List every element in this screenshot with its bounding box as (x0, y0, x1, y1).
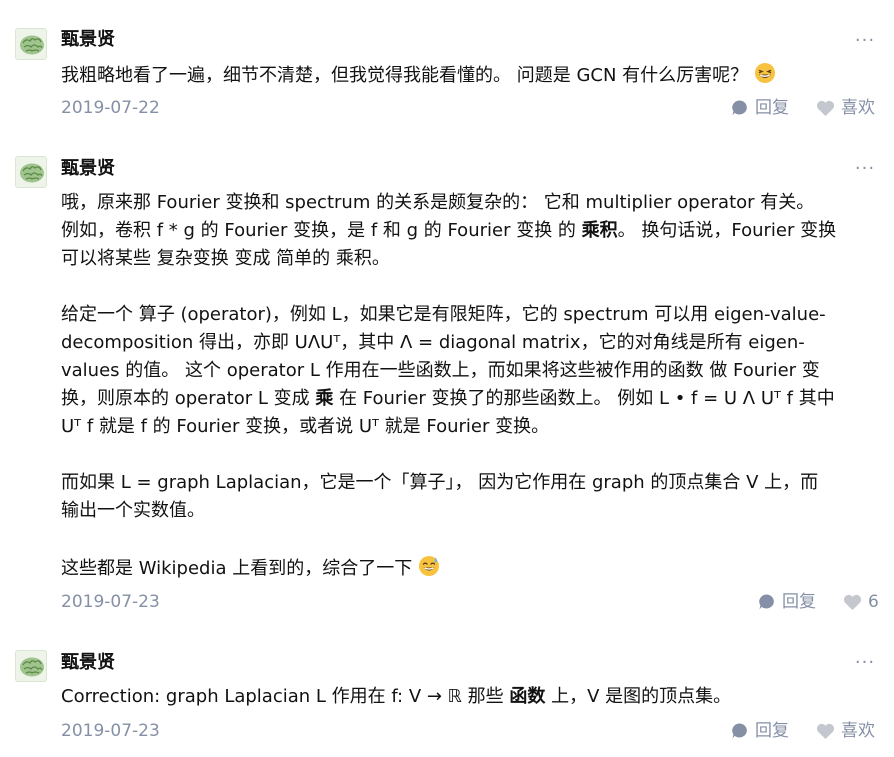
comment-text-line: decomposition 得出，亦即 UΛUᵀ，其中 Λ = diagonal… (61, 332, 805, 353)
heart-icon (816, 723, 835, 739)
comment-text-line: Correction: graph Laplacian L 作用在 f: V →… (61, 685, 731, 709)
like-button[interactable]: 喜欢 (816, 98, 875, 118)
bold-text: 乘积 (581, 220, 618, 241)
reply-button[interactable]: 回复 (758, 592, 816, 612)
comment-date: 2019-07-22 (61, 98, 160, 118)
text-segment: Correction: graph Laplacian L 作用在 f: V →… (61, 686, 510, 707)
like-button[interactable]: 6 (843, 592, 879, 612)
comment-text-line: Uᵀ f 就是 f 的 Fourier 变换，或者说 Uᵀ 就是 Fourier… (61, 416, 550, 437)
text-segment: 这些都是 Wikipedia 上看到的，综合了一下 (61, 558, 413, 579)
reply-button[interactable]: 回复 (731, 721, 789, 741)
more-options-icon[interactable]: ··· (850, 32, 880, 55)
comment-text-line: 我粗略地看了一遍，细节不清楚，但我觉得我能看懂的。 问题是 GCN 有什么厉害呢… (61, 65, 749, 86)
reply-label: 回复 (755, 98, 789, 118)
avatar[interactable] (15, 156, 47, 188)
comment-text-line: 哦，原来那 Fourier 变换和 spectrum 的关系是颇复杂的： 它和 … (61, 192, 815, 213)
like-count: 6 (868, 592, 879, 612)
comment-text-line: 而如果 L = graph Laplacian，它是一个「算子」， 因为它作用在… (61, 472, 819, 493)
comment-date: 2019-07-23 (61, 721, 160, 741)
reply-icon (732, 723, 747, 739)
grin-emoji-icon (754, 63, 775, 83)
heart-icon (843, 594, 862, 610)
comment-date: 2019-07-23 (61, 592, 160, 612)
like-label: 喜欢 (841, 98, 875, 118)
comment-text-line: 换，则原本的 operator L 变成 乘 在 Fourier 变换了的那些函… (61, 387, 835, 411)
more-options-icon[interactable]: ··· (850, 654, 880, 677)
heart-icon (816, 100, 835, 116)
bold-text: 函数 (509, 686, 546, 707)
more-options-icon[interactable]: ··· (850, 160, 880, 183)
reply-icon (759, 594, 774, 610)
reply-icon (732, 100, 747, 116)
comment-text-line: 可以将某些 复杂变换 变成 简单的 乘积。 (61, 248, 390, 269)
like-label: 喜欢 (841, 721, 875, 741)
author-name[interactable]: 甄景贤 (61, 158, 115, 180)
avatar[interactable] (15, 650, 47, 682)
text-segment: 换，则原本的 operator L 变成 (61, 388, 316, 409)
text-segment: 在 Fourier 变换了的那些函数上。 例如 L • f = U Λ Uᵀ f… (333, 388, 835, 409)
avatar[interactable] (15, 28, 47, 60)
comment-text-line: 例如，卷积 f * g 的 Fourier 变换，是 f 和 g 的 Fouri… (61, 219, 836, 243)
reply-label: 回复 (755, 721, 789, 741)
reply-button[interactable]: 回复 (731, 98, 789, 118)
author-name[interactable]: 甄景贤 (61, 29, 115, 51)
text-segment: 。 换句话说，Fourier 变换 (617, 220, 837, 241)
comment-text-line: values 的值。 这个 operator L 作用在一些函数上，而如果将这些… (61, 360, 820, 381)
reply-label: 回复 (782, 592, 816, 612)
comment-text-line: 给定一个 算子 (operator)，例如 L，如果它是有限矩阵，它的 spec… (61, 304, 826, 325)
author-name[interactable]: 甄景贤 (61, 652, 115, 674)
bold-text: 乘 (315, 388, 334, 409)
comment-text-line: 输出一个实数值。 (61, 500, 205, 521)
text-segment: 上，V 是图的顶点集。 (545, 686, 732, 707)
sweat-smile-emoji-icon (418, 556, 439, 576)
comment-text-line: 这些都是 Wikipedia 上看到的，综合了一下 (61, 555, 440, 581)
comment-text: 我粗略地看了一遍，细节不清楚，但我觉得我能看懂的。 问题是 GCN 有什么厉害呢… (61, 62, 776, 88)
like-button[interactable]: 喜欢 (816, 721, 875, 741)
text-segment: 例如，卷积 f * g 的 Fourier 变换，是 f 和 g 的 Fouri… (61, 220, 582, 241)
